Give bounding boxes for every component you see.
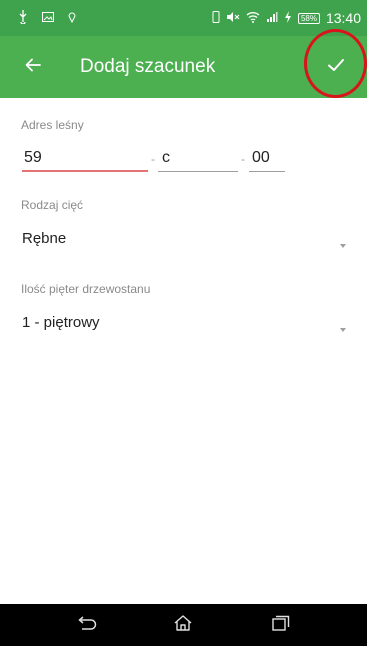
battery-indicator: 58% [297,12,320,24]
cut-type-select[interactable]: Rębne [18,224,350,258]
wifi-icon [246,11,260,25]
cut-type-value: Rębne [22,230,67,247]
storeys-value: 1 - piętrowy [22,314,100,331]
input-underline [158,171,238,172]
nav-recents-button[interactable] [266,612,296,638]
back-icon [76,615,98,635]
address-part2-value: c [162,149,170,166]
charging-icon [284,11,292,25]
usb-icon [18,10,28,26]
page-title: Dodaj szacunek [80,56,216,77]
address-part3-value: 00 [252,149,270,166]
address-label: Adres leśny [21,118,84,132]
confirm-button[interactable] [319,52,353,82]
address-part3-input[interactable]: 00 [249,146,285,172]
status-time: 13:40 [325,10,361,26]
check-icon [327,58,345,77]
address-part1-value: 59 [24,149,42,166]
recents-icon [272,615,290,636]
signal-icon [266,11,278,25]
storeys-select[interactable]: 1 - piętrowy [18,308,350,342]
back-button[interactable] [18,53,48,81]
nav-back-button[interactable] [72,612,102,638]
status-bar: 58% 13:40 [0,0,367,36]
chevron-down-icon [340,328,346,332]
image-icon [42,12,54,24]
home-icon [173,614,193,637]
location-icon [68,11,76,25]
address-part1-input[interactable]: 59 [22,146,148,172]
screen: 58% 13:40 Dodaj szacunek Adres leśny 59 … [0,0,367,646]
storeys-label: Ilość pięter drzewostanu [21,282,151,296]
mute-icon [226,11,240,25]
cut-type-label: Rodzaj cięć [21,198,84,212]
address-separator: - [151,152,155,166]
address-part2-input[interactable]: c [158,146,238,172]
nav-home-button[interactable] [168,612,198,638]
vibrate-icon [212,11,220,25]
input-underline [249,171,285,172]
arrow-back-icon [25,58,41,77]
address-separator: - [241,152,245,166]
navigation-bar [0,604,367,646]
chevron-down-icon [340,244,346,248]
input-underline [22,170,148,172]
app-bar: Dodaj szacunek [0,36,367,98]
